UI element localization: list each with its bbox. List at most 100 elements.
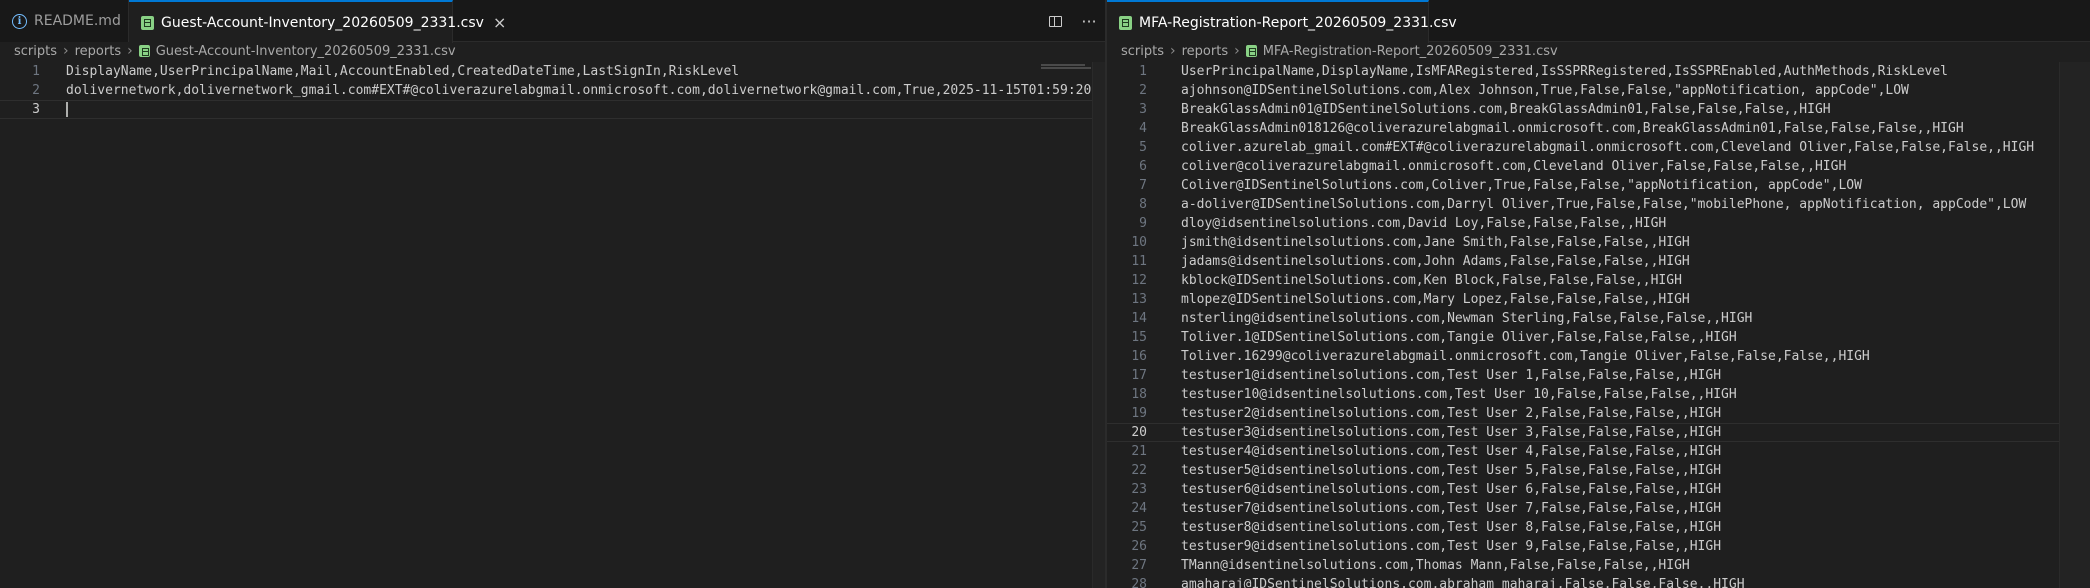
line-number: 17 [1131, 368, 1147, 383]
line-number: 15 [1131, 330, 1147, 345]
line-text: testuser6@idsentinelsolutions.com,Test U… [1181, 482, 1722, 497]
line-text: nsterling@idsentinelsolutions.com,Newman… [1181, 311, 1753, 326]
code-line: 15 Toliver.1@IDSentinelSolutions.com,Tang… [1107, 328, 2090, 347]
code-line: 12 kblock@IDSentinelSolutions.com,Ken Blo… [1107, 271, 2090, 290]
line-number: 3 [1139, 102, 1147, 117]
chevron-right-icon: › [1170, 43, 1176, 59]
breadcrumb-item-reports[interactable]: reports [1182, 44, 1228, 59]
code-line: 2 ajohnson@IDSentinelSolutions.com,Alex J… [1107, 81, 2090, 100]
code-line: 19 testuser2@idsentinelsolutions.com,Test… [1107, 404, 2090, 423]
vertical-scrollbar[interactable] [2059, 62, 2090, 588]
split-editor-icon[interactable] [1044, 10, 1066, 32]
line-text: testuser9@idsentinelsolutions.com,Test U… [1181, 539, 1722, 554]
code-editor[interactable]: 1 UserPrincipalName,DisplayName,IsMFARegi… [1107, 62, 2090, 588]
line-number: 13 [1131, 292, 1147, 307]
tab-readme[interactable]: i README.md × [0, 0, 143, 42]
more-actions-icon[interactable]: ··· [1078, 10, 1100, 32]
code-line: 26 testuser9@idsentinelsolutions.com,Test… [1107, 537, 2090, 556]
code-line: 6 coliver@coliverazurelabgmail.onmicrosof… [1107, 157, 2090, 176]
tab-guest-account-inventory[interactable]: Guest-Account-Inventory_20260509_2331.cs… [129, 0, 506, 43]
left-editor-group: i README.md × Guest-Account-Inventory_20… [0, 0, 1105, 588]
line-number: 9 [1139, 216, 1147, 231]
csv-file-icon [1245, 45, 1257, 57]
code-line: 28 amaharaj@IDSentinelSolutions.com,abrah… [1107, 575, 2090, 588]
code-line: 21 testuser4@idsentinelsolutions.com,Test… [1107, 442, 2090, 461]
line-text: UserPrincipalName,DisplayName,IsMFARegis… [1181, 64, 1949, 79]
line-text: ajohnson@IDSentinelSolutions.com,Alex Jo… [1181, 83, 1909, 98]
code-line: 13 mlopez@IDSentinelSolutions.com,Mary Lo… [1107, 290, 2090, 309]
line-number: 14 [1131, 311, 1147, 326]
code-line: 17 testuser1@idsentinelsolutions.com,Test… [1107, 366, 2090, 385]
line-text: testuser4@idsentinelsolutions.com,Test U… [1181, 444, 1722, 459]
vertical-scrollbar[interactable] [1092, 62, 1105, 588]
line-number: 19 [1131, 406, 1147, 421]
line-text: testuser1@idsentinelsolutions.com,Test U… [1181, 368, 1722, 383]
line-text: DisplayName,UserPrincipalName,Mail,Accou… [66, 64, 740, 79]
line-text: testuser3@idsentinelsolutions.com,Test U… [1181, 425, 1722, 440]
code-line: 22 testuser5@idsentinelsolutions.com,Test… [1107, 461, 2090, 480]
line-number: 28 [1131, 577, 1147, 588]
line-text: TMann@idsentinelsolutions.com,Thomas Man… [1181, 558, 1690, 573]
line-number: 3 [32, 102, 40, 117]
line-text: Toliver.1@IDSentinelSolutions.com,Tangie… [1181, 330, 1737, 345]
line-number: 1 [1139, 64, 1147, 79]
code-line-current: 20 testuser3@idsentinelsolutions.com,Test… [1107, 423, 2090, 442]
line-number: 2 [1139, 83, 1147, 98]
tab-mfa-registration-report[interactable]: MFA-Registration-Report_20260509_2331.cs… [1107, 0, 1457, 43]
code-line: 16 Toliver.16299@coliverazurelabgmail.onm… [1107, 347, 2090, 366]
line-text: amaharaj@IDSentinelSolutions.com,abraham… [1181, 577, 1745, 588]
line-text: dolivernetwork,dolivernetwork_gmail.com#… [66, 83, 1105, 98]
breadcrumb-item-file[interactable]: Guest-Account-Inventory_20260509_2331.cs… [156, 44, 456, 59]
code-editor[interactable]: 1 DisplayName,UserPrincipalName,Mail,Acc… [0, 62, 1105, 588]
code-line: 18 testuser10@idsentinelsolutions.com,Tes… [1107, 385, 2090, 404]
line-text: testuser8@idsentinelsolutions.com,Test U… [1181, 520, 1722, 535]
line-number: 7 [1139, 178, 1147, 193]
tab-label: MFA-Registration-Report_20260509_2331.cs… [1139, 14, 1457, 31]
line-number: 4 [1139, 121, 1147, 136]
line-text: coliver@coliverazurelabgmail.onmicrosoft… [1181, 159, 1847, 174]
line-number: 22 [1131, 463, 1147, 478]
csv-file-icon [1119, 15, 1132, 30]
line-number: 2 [32, 83, 40, 98]
line-number: 8 [1139, 197, 1147, 212]
minimap[interactable] [1039, 62, 1093, 588]
line-text: jsmith@idsentinelsolutions.com,Jane Smit… [1181, 235, 1690, 250]
text-cursor [66, 102, 68, 117]
breadcrumb-item-reports[interactable]: reports [75, 44, 121, 59]
csv-file-icon [141, 15, 154, 30]
code-line: 4 BreakGlassAdmin018126@coliverazurelabgm… [1107, 119, 2090, 138]
code-line: 10 jsmith@idsentinelsolutions.com,Jane Sm… [1107, 233, 2090, 252]
tab-label: README.md [34, 13, 121, 29]
code-line-current: 3 [0, 100, 1105, 119]
tab-label: Guest-Account-Inventory_20260509_2331.cs… [161, 14, 484, 31]
line-number: 24 [1131, 501, 1147, 516]
line-text: dloy@idsentinelsolutions.com,David Loy,F… [1181, 216, 1667, 231]
line-text: Toliver.16299@coliverazurelabgmail.onmic… [1181, 349, 1870, 364]
line-number: 27 [1131, 558, 1147, 573]
line-number: 11 [1131, 254, 1147, 269]
left-tab-bar: i README.md × Guest-Account-Inventory_20… [0, 0, 1105, 43]
breadcrumb-item-scripts[interactable]: scripts [1121, 44, 1164, 59]
close-icon[interactable]: × [493, 13, 506, 32]
line-text: testuser5@idsentinelsolutions.com,Test U… [1181, 463, 1722, 478]
code-line: 9 dloy@idsentinelsolutions.com,David Loy,… [1107, 214, 2090, 233]
line-number: 21 [1131, 444, 1147, 459]
line-number: 26 [1131, 539, 1147, 554]
line-text: coliver.azurelab_gmail.com#EXT#@colivera… [1181, 140, 2035, 155]
code-line: 25 testuser8@idsentinelsolutions.com,Test… [1107, 518, 2090, 537]
right-editor-group: MFA-Registration-Report_20260509_2331.cs… [1107, 0, 2090, 588]
code-line: 2 dolivernetwork,dolivernetwork_gmail.co… [0, 81, 1105, 100]
line-text: testuser10@idsentinelsolutions.com,Test … [1181, 387, 1737, 402]
line-number: 25 [1131, 520, 1147, 535]
right-tab-bar: MFA-Registration-Report_20260509_2331.cs… [1107, 0, 2090, 43]
breadcrumb: scripts › reports › MFA-Registration-Rep… [1107, 40, 2090, 62]
code-line: 8 a-doliver@IDSentinelSolutions.com,Darry… [1107, 195, 2090, 214]
line-number: 10 [1131, 235, 1147, 250]
code-line: 27 TMann@idsentinelsolutions.com,Thomas M… [1107, 556, 2090, 575]
editor-actions: ··· [1044, 0, 1100, 42]
line-number: 5 [1139, 140, 1147, 155]
breadcrumb-item-scripts[interactable]: scripts [14, 44, 57, 59]
breadcrumb-item-file[interactable]: MFA-Registration-Report_20260509_2331.cs… [1263, 44, 1558, 59]
line-number: 20 [1131, 425, 1147, 440]
line-text: mlopez@IDSentinelSolutions.com,Mary Lope… [1181, 292, 1690, 307]
